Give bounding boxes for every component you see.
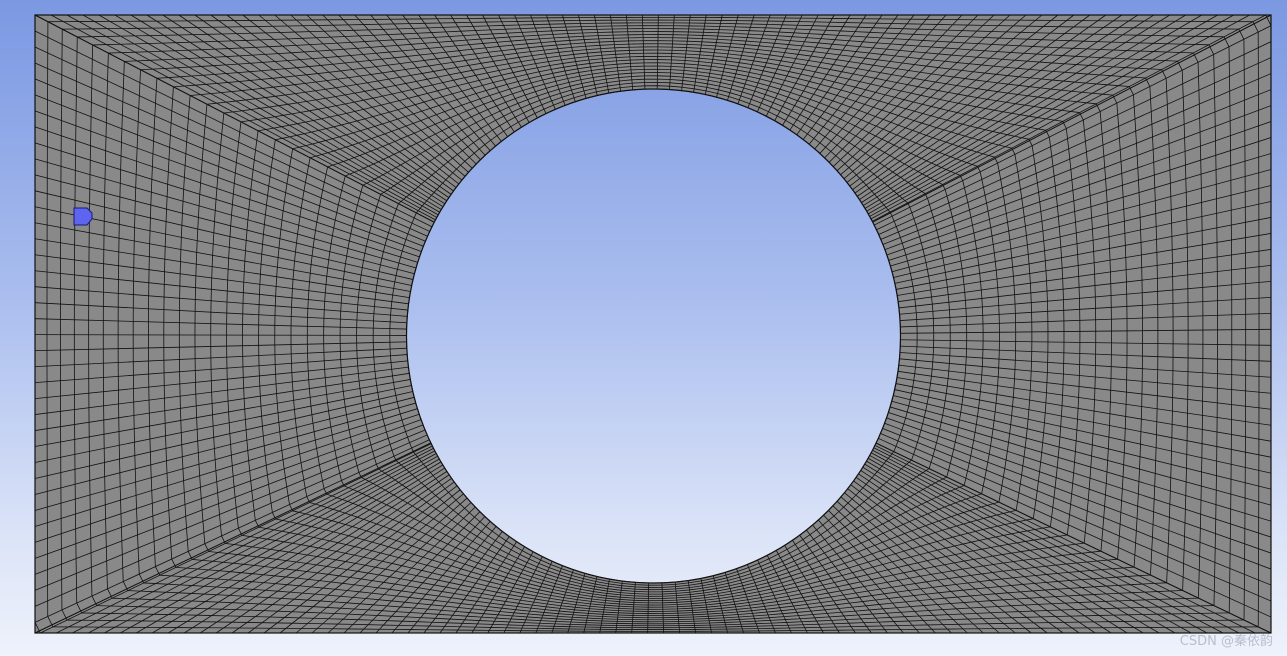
point-marker-shape	[73, 207, 93, 226]
graphics-viewport[interactable]: CSDN @秦依韵	[0, 0, 1287, 656]
point-marker-icon	[73, 207, 93, 226]
watermark: CSDN @秦依韵	[1179, 634, 1273, 649]
mesh-hole-boundary	[405, 88, 902, 584]
mesh-canvas[interactable]	[0, 0, 1287, 656]
